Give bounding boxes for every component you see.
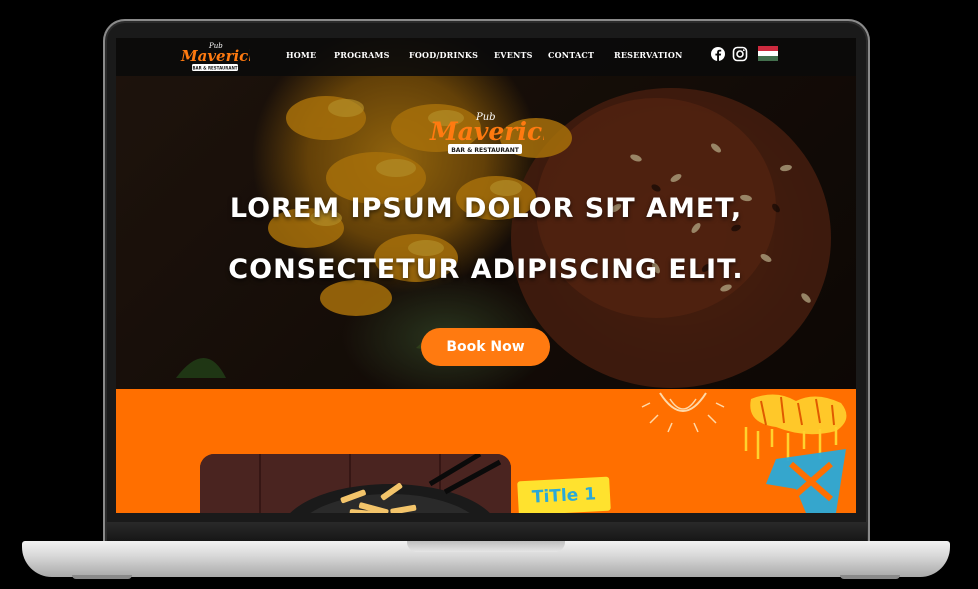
top-navbar: Pub Maverick BAR & RESTAURANT HOME PROGR… — [116, 38, 856, 76]
hero-headline-line1: LOREM IPSUM DOLOR SIT AMET, — [229, 193, 743, 224]
maverick-logo-small[interactable]: Pub Maverick BAR & RESTAURANT — [180, 40, 250, 74]
svg-text:Maverick: Maverick — [180, 47, 250, 65]
section-title-badge: TiTle 1 — [517, 476, 611, 513]
maverick-logo-large: Pub Maverick BAR & RESTAURANT — [429, 112, 544, 154]
laptop-foot-left — [72, 575, 132, 579]
sun-doodle-icon — [641, 392, 725, 433]
nav-contact[interactable]: CONTACT — [548, 50, 594, 60]
laptop-screen: Pub Maverick BAR & RESTAURANT LOREM IPSU… — [116, 38, 856, 513]
laptop-foot-right — [840, 575, 900, 579]
nav-events[interactable]: EVENTS — [494, 50, 533, 60]
hero-section: Pub Maverick BAR & RESTAURANT LOREM IPSU… — [116, 38, 856, 389]
nav-food-drinks[interactable]: FOOD/DRINKS — [409, 50, 478, 60]
hungary-flag-icon[interactable] — [758, 46, 778, 61]
nav-programs[interactable]: PROGRAMS — [334, 50, 390, 60]
svg-text:BAR & RESTAURANT: BAR & RESTAURANT — [192, 66, 237, 71]
svg-text:Maverick: Maverick — [429, 117, 544, 146]
fries-pan-image — [200, 454, 511, 513]
nav-home[interactable]: HOME — [286, 50, 316, 60]
nav-reservation[interactable]: RESERVATION — [614, 50, 683, 60]
book-now-button[interactable]: Book Now — [421, 328, 550, 366]
dish-photo — [200, 454, 511, 513]
graffiti-doodle-icon — [744, 394, 847, 513]
laptop-notch — [407, 541, 565, 552]
laptop-chin — [107, 522, 867, 542]
svg-text:BAR & RESTAURANT: BAR & RESTAURANT — [451, 147, 520, 154]
hero-headline-line2: CONSECTETUR ADIPISCING ELIT. — [228, 254, 744, 285]
facebook-icon[interactable] — [710, 46, 726, 62]
feature-section: TiTle 1 — [116, 389, 856, 513]
instagram-icon[interactable] — [732, 46, 748, 62]
